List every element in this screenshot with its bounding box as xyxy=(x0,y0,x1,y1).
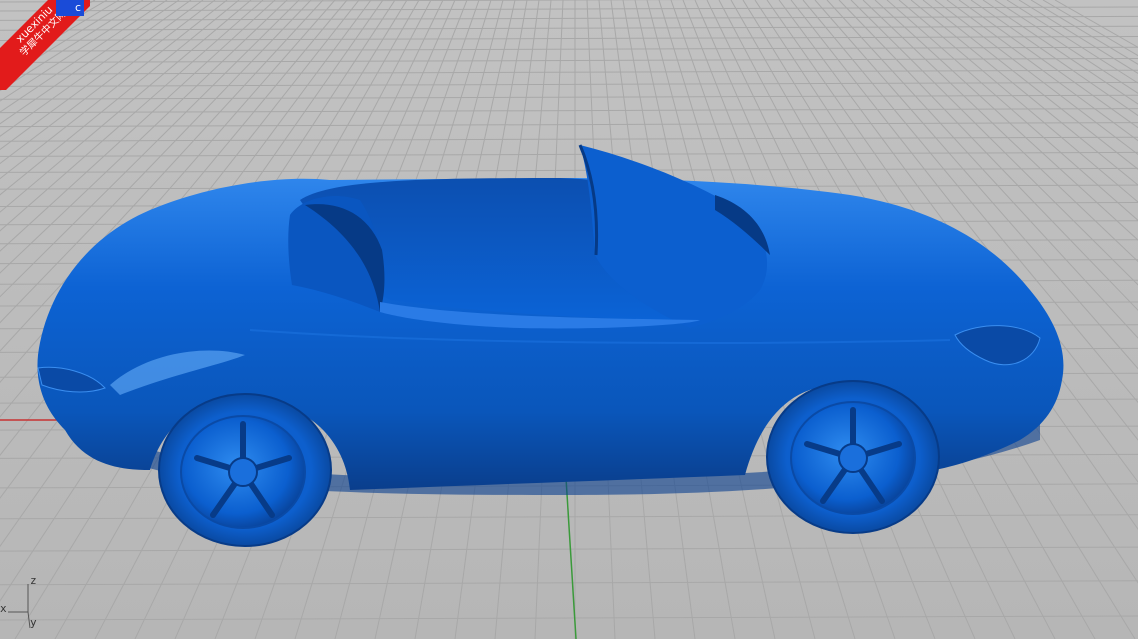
rear-wheel[interactable] xyxy=(766,380,940,534)
viewport-title-tab[interactable]: c xyxy=(56,0,84,16)
perspective-viewport[interactable]: xuexiniu 学犀牛中文网 c z x y xyxy=(0,0,1138,639)
front-wheel[interactable] xyxy=(158,393,332,547)
axis-label-x: x xyxy=(0,602,7,615)
axis-label-y: y xyxy=(30,616,37,629)
axis-indicator: z x y xyxy=(0,572,60,639)
viewport-scene[interactable] xyxy=(0,0,1138,639)
axis-label-z: z xyxy=(30,574,37,587)
